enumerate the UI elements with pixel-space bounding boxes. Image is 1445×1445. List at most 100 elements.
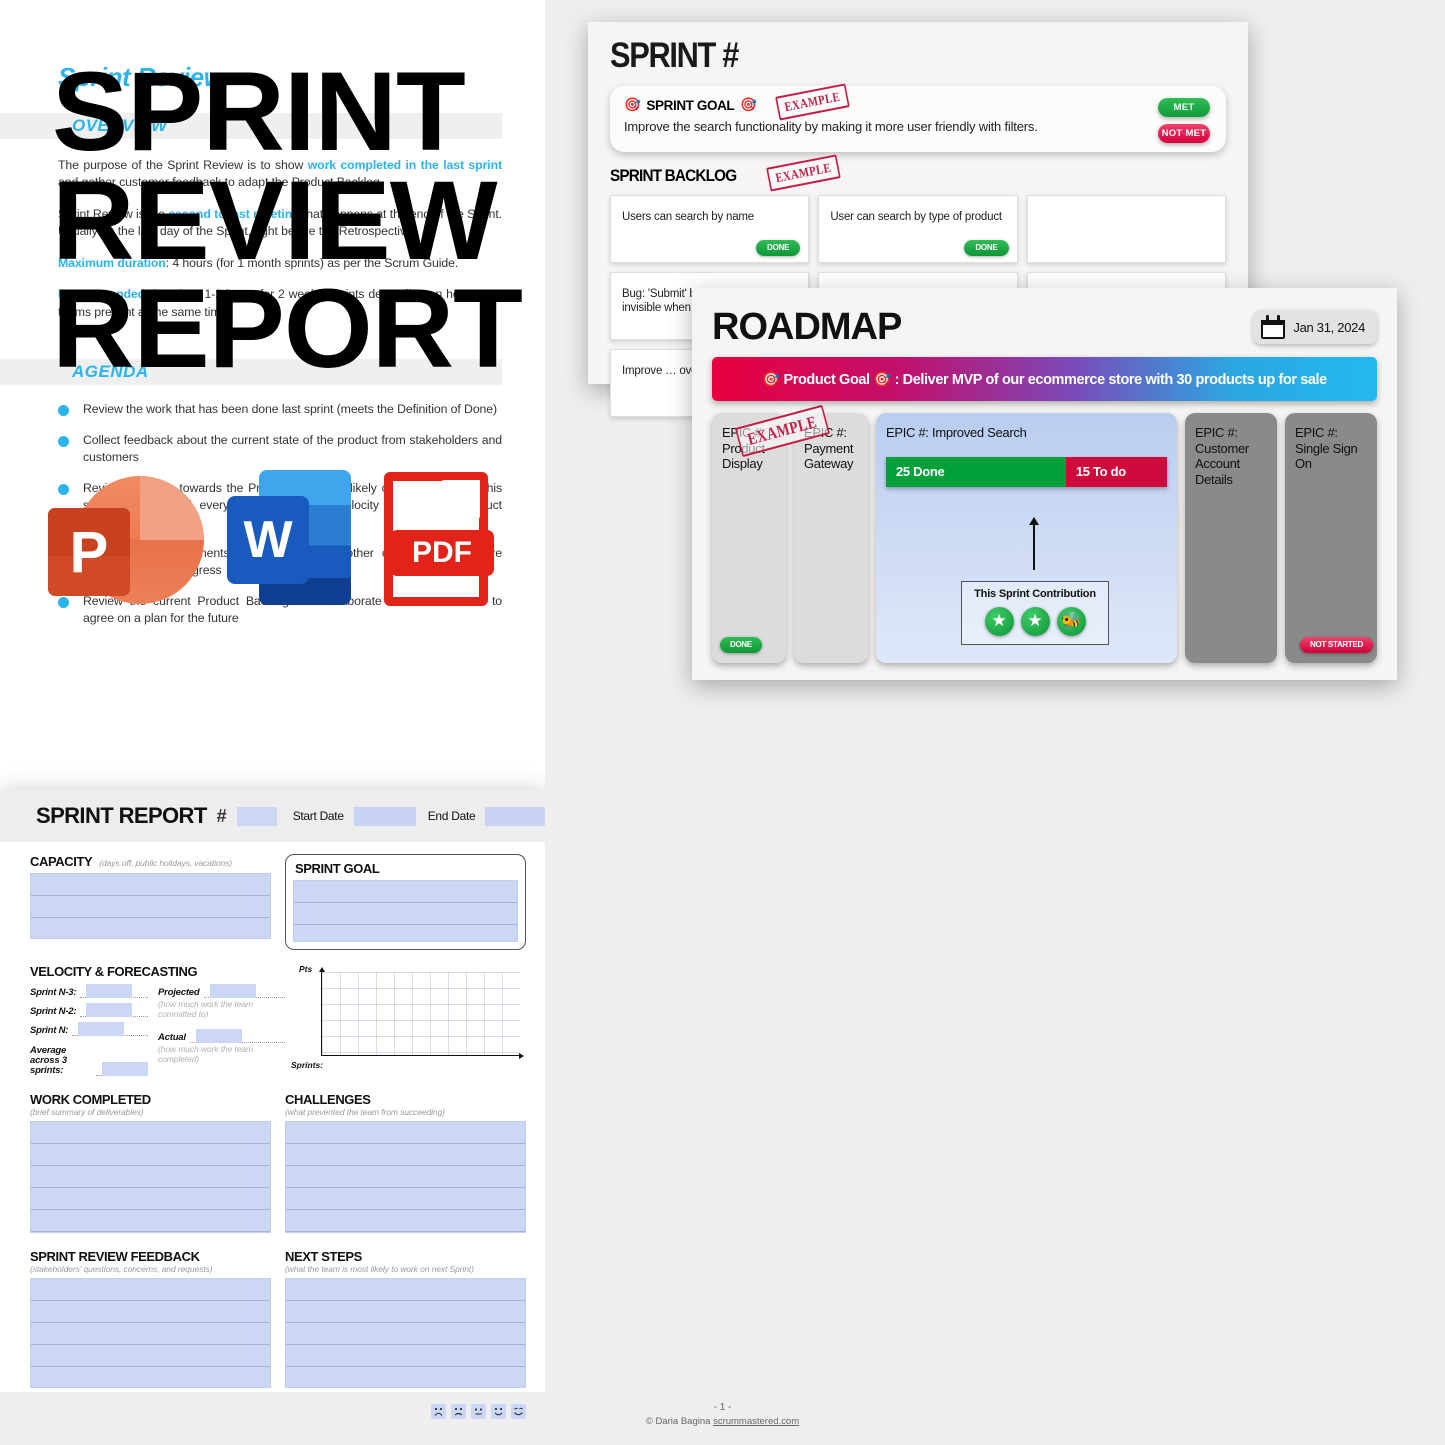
next-steps-block: NEXT STEPS (what the team is most likely… xyxy=(285,1249,526,1388)
neutral-face-icon[interactable] xyxy=(471,1403,486,1419)
contribution-label: This Sprint Contribution xyxy=(974,587,1096,600)
scrummastered-link[interactable]: scrummastered.com xyxy=(713,1416,799,1427)
progress-todo-segment: 15 To do xyxy=(1065,456,1167,487)
actual-subtext: (how much work the team completed) xyxy=(158,1044,254,1064)
star-badge-icon: ★ xyxy=(984,607,1014,636)
contribution-arrow-icon xyxy=(1029,517,1039,570)
velocity-row-label: Sprint N: xyxy=(30,1025,69,1036)
capacity-input[interactable] xyxy=(30,873,271,939)
chart-x-axis-label: Sprints: xyxy=(291,1060,324,1070)
not-met-button[interactable]: NOT MET xyxy=(1158,124,1210,143)
capacity-block: CAPACITY (days off, public holidays, vac… xyxy=(30,854,271,939)
challenges-heading: CHALLENGES xyxy=(285,1091,371,1107)
roadmap-sheet[interactable]: ROADMAP Jan 31, 2024 🎯 Product Goal 🎯 : … xyxy=(692,288,1397,680)
velocity-heading: VELOCITY & FORECASTING xyxy=(30,964,198,979)
not-started-badge: NOT STARTED xyxy=(1300,637,1373,653)
backlog-card-text: Users can search by name xyxy=(622,211,754,223)
work-completed-input[interactable] xyxy=(30,1120,271,1233)
velocity-average-input[interactable] xyxy=(96,1061,148,1076)
epic-label: EPIC #: Improved Search xyxy=(886,425,1027,440)
sprint-report-document[interactable]: SPRINT REPORT # Start Date End Date CAPA… xyxy=(0,790,548,1445)
velocity-row: Sprint N-3: xyxy=(30,984,148,998)
happy-face-icon[interactable] xyxy=(491,1403,506,1419)
hero-title: SPRINT REVIEW REPORT xyxy=(52,56,552,385)
very-sad-face-icon[interactable] xyxy=(431,1403,446,1419)
end-date-field[interactable] xyxy=(485,806,548,826)
agenda-item-text: Collect feedback about the current state… xyxy=(83,432,502,465)
velocity-average-label: Average across 3 sprints: xyxy=(30,1045,67,1076)
epic-column-customer-account-details[interactable]: EPIC #: Customer Account Details xyxy=(1185,413,1277,663)
copyright-line: © Daria Bagina scrummastered.com xyxy=(0,1416,1445,1427)
work-completed-heading: WORK COMPLETED xyxy=(30,1091,151,1107)
word-icon-letter: W xyxy=(243,511,293,569)
next-steps-input[interactable] xyxy=(285,1277,526,1388)
example-stamp: EXAMPLE xyxy=(774,83,850,121)
sprint-goal-text: Improve the search functionality by maki… xyxy=(624,119,1038,134)
list-item: Collect feedback about the current state… xyxy=(58,432,502,467)
epic-column-payment-gateway[interactable]: EPIC #: Payment Gateway xyxy=(794,413,868,663)
powerpoint-icon-letter: P xyxy=(69,519,109,585)
sprint-number-field[interactable] xyxy=(236,806,277,826)
sprint-sheet-title: SPRINT # xyxy=(610,36,739,75)
work-completed-block: WORK COMPLETED (brief summary of deliver… xyxy=(30,1092,271,1233)
calendar-icon xyxy=(1261,315,1286,339)
sad-face-icon[interactable] xyxy=(451,1403,466,1419)
velocity-row: Sprint N-2: xyxy=(30,1003,148,1017)
roadmap-date-text: Jan 31, 2024 xyxy=(1293,319,1365,335)
sprint-backlog-header: SPRINT BACKLOG EXAMPLE xyxy=(610,154,1226,192)
next-steps-heading: NEXT STEPS xyxy=(285,1248,362,1264)
report-title: SPRINT REPORT xyxy=(36,803,207,828)
hero-line-1: SPRINT xyxy=(52,49,466,174)
review-doc-footer: - 1 - © Daria Bagina scrummastered.com xyxy=(0,1402,1445,1427)
epic-column-improved-search[interactable]: EPIC #: Improved Search 25 Done 15 To do… xyxy=(876,413,1177,663)
format-icons: P W PDF xyxy=(48,470,496,610)
feedback-input[interactable] xyxy=(30,1277,271,1388)
start-date-field[interactable] xyxy=(353,806,416,826)
velocity-row-input[interactable] xyxy=(80,1003,148,1017)
velocity-row-label: Sprint N-2: xyxy=(30,1006,77,1017)
roadmap-epics: EPIC #: Product Display DONE EPIC #: Pay… xyxy=(712,413,1377,663)
product-goal-banner: 🎯 Product Goal 🎯 : Deliver MVP of our ec… xyxy=(712,357,1377,401)
hero-line-3: REPORT xyxy=(52,266,523,392)
start-date-label: Start Date xyxy=(292,809,344,823)
star-badge-icon: ★ xyxy=(1020,607,1050,636)
chart-y-axis-label: Pts xyxy=(299,964,313,974)
work-completed-subtext: (brief summary of deliverables) xyxy=(30,1106,144,1117)
actual-input[interactable] xyxy=(189,1029,285,1043)
agenda-item-text: Review the work that has been done last … xyxy=(83,402,498,417)
next-steps-subtext: (what the team is most likely to work on… xyxy=(285,1263,474,1274)
velocity-forecasting-block: VELOCITY & FORECASTING Sprint N-3: Sprin… xyxy=(30,964,526,1076)
velocity-row-label: Sprint N-3: xyxy=(30,987,77,998)
pdf-icon-letter: PDF xyxy=(390,530,494,576)
met-button[interactable]: MET xyxy=(1158,98,1210,117)
velocity-row-input[interactable] xyxy=(72,1022,148,1036)
projected-input[interactable] xyxy=(203,984,285,998)
list-item: Review the work that has been done last … xyxy=(58,401,502,418)
very-happy-face-icon[interactable] xyxy=(511,1403,526,1419)
done-badge: DONE xyxy=(964,240,1009,256)
sprint-goal-input[interactable] xyxy=(293,880,518,942)
sprint-goal-heading: 🎯 SPRINT GOAL 🎯 EXAMPLE xyxy=(624,83,1212,121)
epic-progress-bar: 25 Done 15 To do xyxy=(886,456,1167,487)
feedback-subtext: (stakeholders' questions, concerns, and … xyxy=(30,1263,213,1274)
end-date-label: End Date xyxy=(427,809,476,823)
challenges-input[interactable] xyxy=(285,1120,526,1233)
bullet-dot-icon xyxy=(58,435,69,447)
roadmap-date-chip[interactable]: Jan 31, 2024 xyxy=(1253,310,1377,344)
page-number: - 1 - xyxy=(713,1402,732,1413)
target-icon-left: 🎯 xyxy=(624,97,641,112)
capacity-heading-row: CAPACITY (days off, public holidays, vac… xyxy=(30,854,271,869)
example-stamp-wrap: EXAMPLE xyxy=(726,404,839,458)
backlog-card[interactable]: Users can search by name DONE xyxy=(610,195,810,263)
hero-line-2: REVIEW xyxy=(52,157,498,283)
velocity-row-input[interactable] xyxy=(80,984,148,998)
sprint-review-feedback-block: SPRINT REVIEW FEEDBACK (stakeholders' qu… xyxy=(30,1249,271,1388)
progress-done-segment: 25 Done xyxy=(886,456,1066,487)
actual-row: Actual xyxy=(158,1029,285,1043)
backlog-card[interactable]: User can search by type of product DONE xyxy=(818,195,1018,263)
word-icon: W xyxy=(227,470,352,610)
epic-column-single-sign-on[interactable]: EPIC #: Single Sign On NOT STARTED xyxy=(1285,413,1377,663)
sprint-goal-box: 🎯 SPRINT GOAL 🎯 EXAMPLE Improve the sear… xyxy=(610,83,1226,152)
bug-badge-icon: 🐝 xyxy=(1056,607,1086,636)
backlog-card[interactable] xyxy=(1026,195,1226,263)
